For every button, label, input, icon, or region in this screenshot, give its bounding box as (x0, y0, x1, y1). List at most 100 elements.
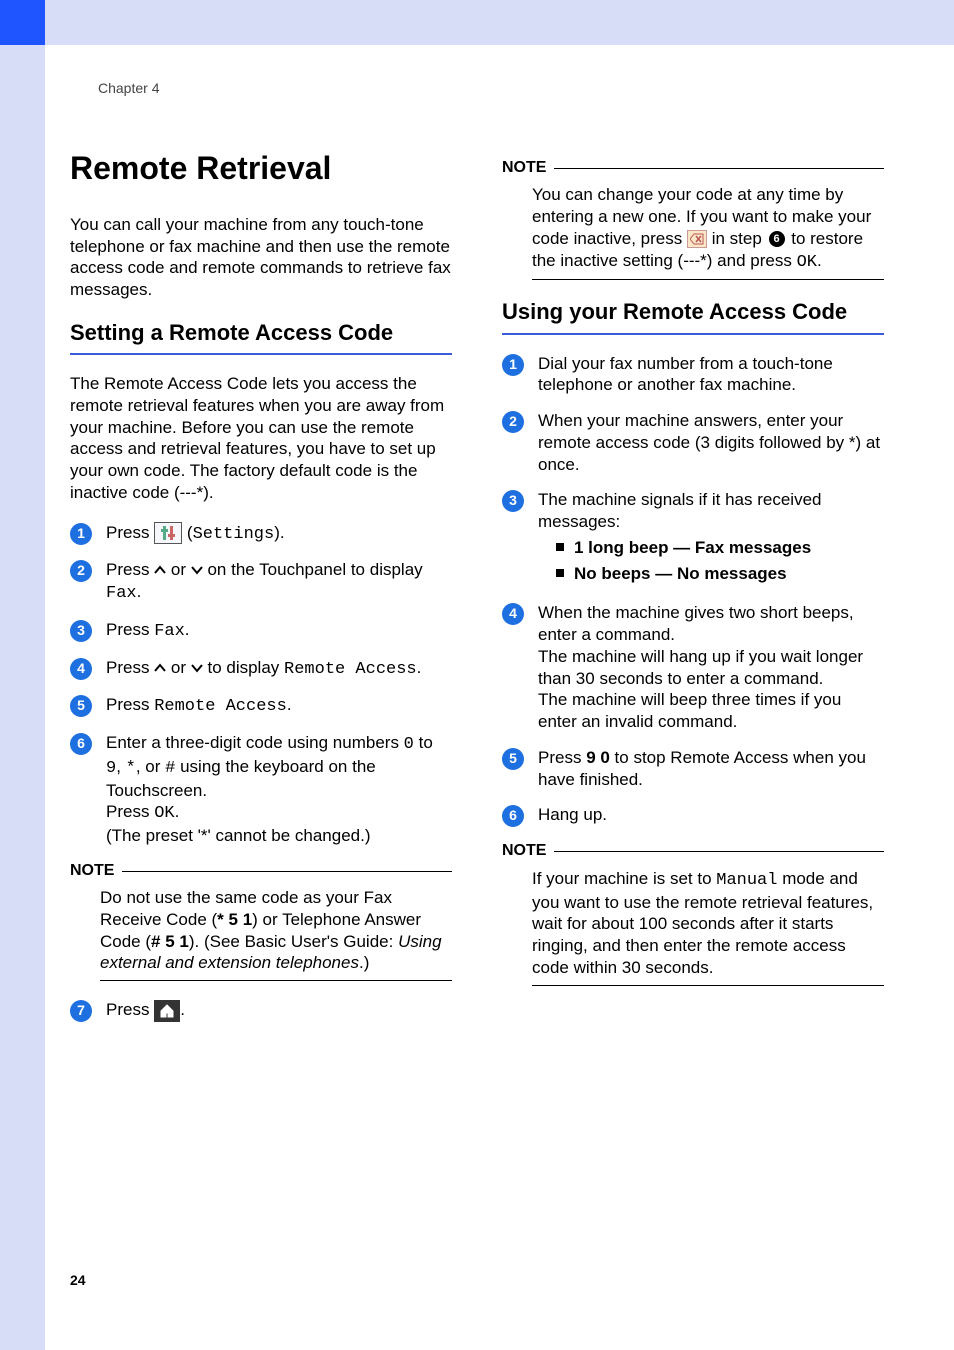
text: Enter a three-digit code using numbers (106, 733, 404, 752)
r-step-2: 2 When your machine answers, enter your … (502, 410, 884, 475)
text: or (166, 560, 191, 579)
chevron-up-icon (154, 560, 166, 579)
note-rule-bottom (100, 980, 452, 981)
step-3: 3 Press Fax. (70, 619, 452, 643)
step-number-3: 3 (70, 620, 92, 642)
telephone-answer-code: # 5 1 (151, 932, 189, 951)
text: Press (106, 1000, 154, 1019)
note-codes: NOTE Do not use the same code as your Fa… (70, 861, 452, 981)
text: . (180, 1000, 185, 1019)
step-2: 2 Press or on the Touchpanel to display … (70, 559, 452, 605)
text: ( (182, 523, 192, 542)
text: The machine will beep three times if you… (538, 689, 884, 733)
side-band (0, 45, 45, 1350)
fax-receive-code: * 5 1 (217, 910, 252, 929)
step-number-6: 6 (70, 733, 92, 755)
r-step-4: 4 When the machine gives two short beeps… (502, 602, 884, 733)
note-rule-bottom (532, 985, 884, 986)
step-number-6: 6 (502, 805, 524, 827)
hash-key: # (165, 759, 175, 778)
bullet-no-beeps: No beeps — No messages (556, 563, 884, 585)
note-rule-bottom (532, 279, 884, 280)
text: Press (538, 748, 586, 767)
text: Press (106, 560, 154, 579)
text: The machine signals if it has received m… (538, 489, 884, 533)
step-7: 7 Press . (70, 999, 452, 1022)
text: . (417, 658, 422, 677)
preset-note: (The preset '*' cannot be changed.) (106, 826, 371, 845)
step-number-4: 4 (502, 603, 524, 625)
setting-code-paragraph: The Remote Access Code lets you access t… (70, 373, 452, 504)
step-number-5: 5 (70, 695, 92, 717)
star-key: * (126, 759, 136, 778)
text: Press (106, 620, 154, 639)
left-column: Remote Retrieval You can call your machi… (70, 148, 452, 1036)
page-title: Remote Retrieval (70, 148, 452, 189)
text: to (414, 733, 433, 752)
r-step-6: 6 Hang up. (502, 804, 884, 827)
step-number-1: 1 (502, 354, 524, 376)
fax-label: Fax (154, 622, 185, 641)
text: Press (106, 695, 154, 714)
note-label: NOTE (502, 158, 546, 178)
text: ). (274, 523, 284, 542)
text: , (116, 757, 125, 776)
step-number-5: 5 (502, 748, 524, 770)
bullet-long-beep: 1 long beep — Fax messages (556, 537, 884, 559)
step-6: 6 Enter a three-digit code using numbers… (70, 732, 452, 847)
text: ). (See Basic User's Guide: (189, 932, 398, 951)
home-icon (154, 1000, 180, 1022)
r-step-1: 1 Dial your fax number from a touch-tone… (502, 353, 884, 397)
corner-accent (0, 0, 45, 45)
ok-label: OK (797, 253, 817, 272)
right-column: NOTE You can change your code at any tim… (502, 148, 884, 1036)
stop-code: 9 0 (586, 748, 610, 767)
step-5: 5 Press Remote Access. (70, 694, 452, 718)
step-1: 1 Press (Settings). (70, 522, 452, 546)
text: . (185, 620, 190, 639)
text: . (175, 802, 180, 821)
text: When the machine gives two short beeps, … (538, 602, 884, 646)
remote-access-label: Remote Access (154, 697, 287, 716)
square-bullet-icon (556, 569, 564, 577)
text: Press (106, 802, 154, 821)
settings-icon (154, 522, 182, 544)
top-band (45, 0, 954, 45)
step-number-1: 1 (70, 523, 92, 545)
text: Press (106, 523, 154, 542)
fax-label: Fax (106, 584, 137, 603)
note-label: NOTE (70, 861, 114, 881)
text: Dial your fax number from a touch-tone t… (538, 353, 884, 397)
manual-label: Manual (716, 871, 777, 890)
ok-label: OK (154, 804, 174, 823)
section-heading-setting-code: Setting a Remote Access Code (70, 319, 452, 347)
step-number-3: 3 (502, 490, 524, 512)
text: No beeps — No messages (574, 563, 787, 585)
r-step-3: 3 The machine signals if it has received… (502, 489, 884, 588)
note-rule (554, 168, 884, 169)
r-step-5: 5 Press 9 0 to stop Remote Access when y… (502, 747, 884, 791)
text: on the Touchpanel to display (203, 560, 423, 579)
chapter-label: Chapter 4 (98, 80, 884, 98)
page-content: Chapter 4 Remote Retrieval You can call … (70, 45, 884, 1350)
note-rule (122, 871, 452, 872)
text: . (137, 582, 142, 601)
section-heading-using-code: Using your Remote Access Code (502, 298, 884, 326)
note-change-code: NOTE You can change your code at any tim… (502, 158, 884, 280)
chevron-up-icon (154, 658, 166, 677)
step-number-7: 7 (70, 1000, 92, 1022)
square-bullet-icon (556, 543, 564, 551)
text: . (287, 695, 292, 714)
text: When your machine answers, enter your re… (538, 410, 884, 475)
intro-paragraph: You can call your machine from any touch… (70, 214, 452, 301)
text: .) (359, 953, 369, 972)
heading-rule (70, 353, 452, 355)
step-4: 4 Press or to display Remote Access. (70, 657, 452, 681)
text: If your machine is set to (532, 869, 716, 888)
text: in step (707, 229, 767, 248)
step-number-2: 2 (502, 411, 524, 433)
text: . (817, 251, 822, 270)
text: or (166, 658, 191, 677)
settings-label: Settings (193, 525, 275, 544)
heading-rule (502, 333, 884, 335)
